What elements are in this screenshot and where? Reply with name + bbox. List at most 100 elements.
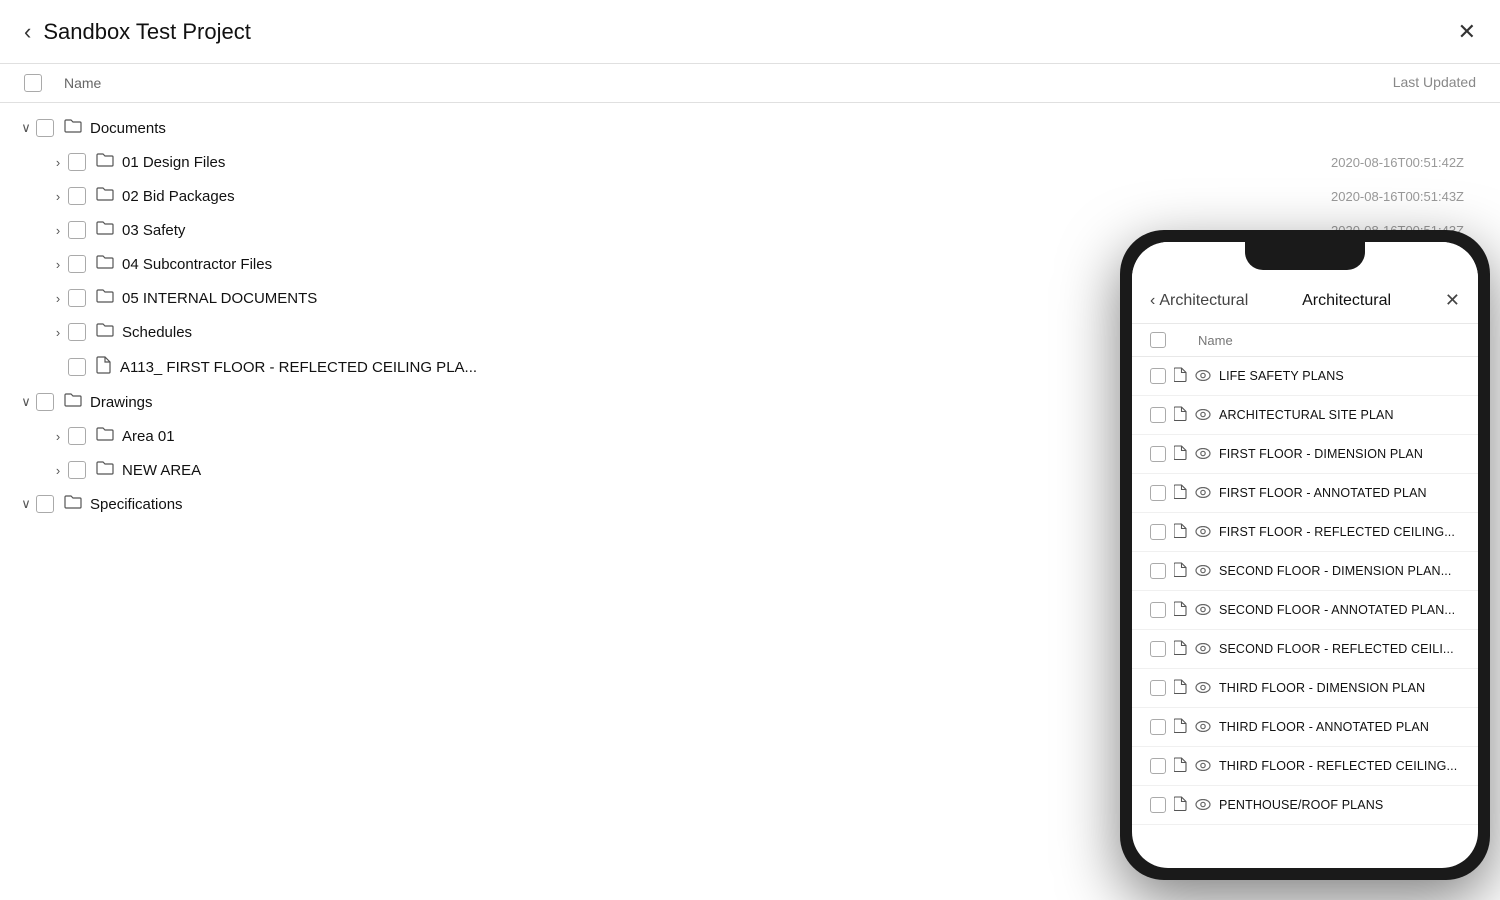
phone-back-icon: ‹ — [1150, 292, 1155, 310]
phone-item-name: THIRD FLOOR - ANNOTATED PLAN — [1219, 720, 1460, 734]
phone-eye-icon — [1195, 524, 1211, 540]
phone-file-icon — [1174, 562, 1187, 580]
phone-row-checkbox[interactable] — [1150, 407, 1166, 423]
phone-item-name: SECOND FLOOR - ANNOTATED PLAN... — [1219, 603, 1460, 617]
folder-icon — [96, 220, 114, 240]
last-updated-column-header: Last Updated — [1393, 74, 1476, 92]
row-checkbox[interactable] — [68, 461, 86, 479]
phone-select-all-checkbox[interactable] — [1150, 332, 1166, 348]
phone-row-checkbox[interactable] — [1150, 641, 1166, 657]
row-checkbox[interactable] — [68, 358, 86, 376]
item-name: 01 Design Files — [122, 154, 1331, 171]
folder-icon — [64, 494, 82, 514]
folder-icon — [96, 288, 114, 308]
item-name: 02 Bid Packages — [122, 188, 1331, 205]
back-icon[interactable]: ‹ — [24, 19, 31, 45]
phone-list-item[interactable]: THIRD FLOOR - REFLECTED CEILING... — [1132, 747, 1478, 786]
phone-row-checkbox[interactable] — [1150, 446, 1166, 462]
phone-row-checkbox[interactable] — [1150, 485, 1166, 501]
phone-file-icon — [1174, 601, 1187, 619]
phone-list: LIFE SAFETY PLANSARCHITECTURAL SITE PLAN… — [1132, 357, 1478, 868]
table-header-left: Name — [24, 74, 101, 92]
phone-row-checkbox[interactable] — [1150, 758, 1166, 774]
phone-list-item[interactable]: FIRST FLOOR - REFLECTED CEILING... — [1132, 513, 1478, 552]
folder-icon — [96, 152, 114, 172]
phone-file-icon — [1174, 757, 1187, 775]
phone-item-name: FIRST FLOOR - DIMENSION PLAN — [1219, 447, 1460, 461]
row-checkbox[interactable] — [68, 153, 86, 171]
select-all-checkbox[interactable] — [24, 74, 42, 92]
phone-item-name: THIRD FLOOR - REFLECTED CEILING... — [1219, 759, 1460, 773]
row-checkbox[interactable] — [68, 323, 86, 341]
phone-list-item[interactable]: PENTHOUSE/ROOF PLANS — [1132, 786, 1478, 825]
phone-item-name: SECOND FLOOR - REFLECTED CEILI... — [1219, 642, 1460, 656]
phone-file-icon — [1174, 484, 1187, 502]
expand-icon[interactable]: ∨ — [16, 394, 36, 410]
expand-icon[interactable]: › — [48, 189, 68, 204]
folder-icon — [96, 254, 114, 274]
row-checkbox[interactable] — [68, 427, 86, 445]
phone-row-checkbox[interactable] — [1150, 602, 1166, 618]
phone-eye-icon — [1195, 602, 1211, 618]
phone-file-icon — [1174, 523, 1187, 541]
row-checkbox[interactable] — [68, 187, 86, 205]
folder-icon — [64, 392, 82, 412]
phone-list-item[interactable]: ARCHITECTURAL SITE PLAN — [1132, 396, 1478, 435]
phone-list-item[interactable]: SECOND FLOOR - DIMENSION PLAN... — [1132, 552, 1478, 591]
phone-row-checkbox[interactable] — [1150, 368, 1166, 384]
row-checkbox[interactable] — [36, 393, 54, 411]
phone-row-checkbox[interactable] — [1150, 719, 1166, 735]
phone-row-checkbox[interactable] — [1150, 797, 1166, 813]
row-checkbox[interactable] — [68, 289, 86, 307]
row-checkbox[interactable] — [36, 119, 54, 137]
phone-row-checkbox[interactable] — [1150, 524, 1166, 540]
folder-icon — [96, 426, 114, 446]
phone-item-name: PENTHOUSE/ROOF PLANS — [1219, 798, 1460, 812]
phone-close-button[interactable]: ✕ — [1445, 290, 1460, 311]
tree-row-bid-packages[interactable]: ›02 Bid Packages2020-08-16T00:51:43Z — [0, 179, 1500, 213]
phone-eye-icon — [1195, 719, 1211, 735]
expand-icon[interactable]: › — [48, 155, 68, 170]
row-checkbox[interactable] — [36, 495, 54, 513]
phone-item-name: SECOND FLOOR - DIMENSION PLAN... — [1219, 564, 1460, 578]
name-column-header: Name — [64, 75, 101, 91]
tree-row-documents[interactable]: ∨Documents — [0, 111, 1500, 145]
row-checkbox[interactable] — [68, 221, 86, 239]
expand-icon[interactable]: › — [48, 223, 68, 238]
expand-icon[interactable]: › — [48, 429, 68, 444]
phone-list-item[interactable]: SECOND FLOOR - ANNOTATED PLAN... — [1132, 591, 1478, 630]
phone-notch — [1245, 242, 1365, 270]
file-icon — [96, 356, 112, 378]
phone-list-item[interactable]: THIRD FLOOR - ANNOTATED PLAN — [1132, 708, 1478, 747]
phone-eye-icon — [1195, 485, 1211, 501]
phone-title: Architectural — [1302, 292, 1391, 310]
phone-back-label: Architectural — [1159, 292, 1248, 310]
close-icon[interactable]: ✕ — [1458, 19, 1476, 45]
phone-item-name: FIRST FLOOR - REFLECTED CEILING... — [1219, 525, 1460, 539]
phone-file-icon — [1174, 640, 1187, 658]
phone-list-item[interactable]: LIFE SAFETY PLANS — [1132, 357, 1478, 396]
phone-back-button[interactable]: ‹ Architectural — [1150, 292, 1248, 310]
phone-row-checkbox[interactable] — [1150, 680, 1166, 696]
phone-list-item[interactable]: FIRST FLOOR - ANNOTATED PLAN — [1132, 474, 1478, 513]
folder-icon — [64, 118, 82, 138]
tree-row-design-files[interactable]: ›01 Design Files2020-08-16T00:51:42Z — [0, 145, 1500, 179]
phone-table-header: Name — [1132, 324, 1478, 357]
phone-row-checkbox[interactable] — [1150, 563, 1166, 579]
expand-icon[interactable]: › — [48, 257, 68, 272]
expand-icon[interactable]: ∨ — [16, 120, 36, 136]
expand-icon[interactable]: › — [48, 463, 68, 478]
expand-icon[interactable]: › — [48, 291, 68, 306]
phone-list-item[interactable]: FIRST FLOOR - DIMENSION PLAN — [1132, 435, 1478, 474]
phone-list-item[interactable]: SECOND FLOOR - REFLECTED CEILI... — [1132, 630, 1478, 669]
phone-eye-icon — [1195, 368, 1211, 384]
phone-eye-icon — [1195, 407, 1211, 423]
phone-list-item[interactable]: THIRD FLOOR - DIMENSION PLAN — [1132, 669, 1478, 708]
phone-frame: ‹ Architectural Architectural ✕ Name LIF… — [1120, 230, 1490, 880]
folder-icon — [96, 322, 114, 342]
phone-eye-icon — [1195, 797, 1211, 813]
row-checkbox[interactable] — [68, 255, 86, 273]
expand-icon[interactable]: › — [48, 325, 68, 340]
expand-icon[interactable]: ∨ — [16, 496, 36, 512]
phone-file-icon — [1174, 367, 1187, 385]
